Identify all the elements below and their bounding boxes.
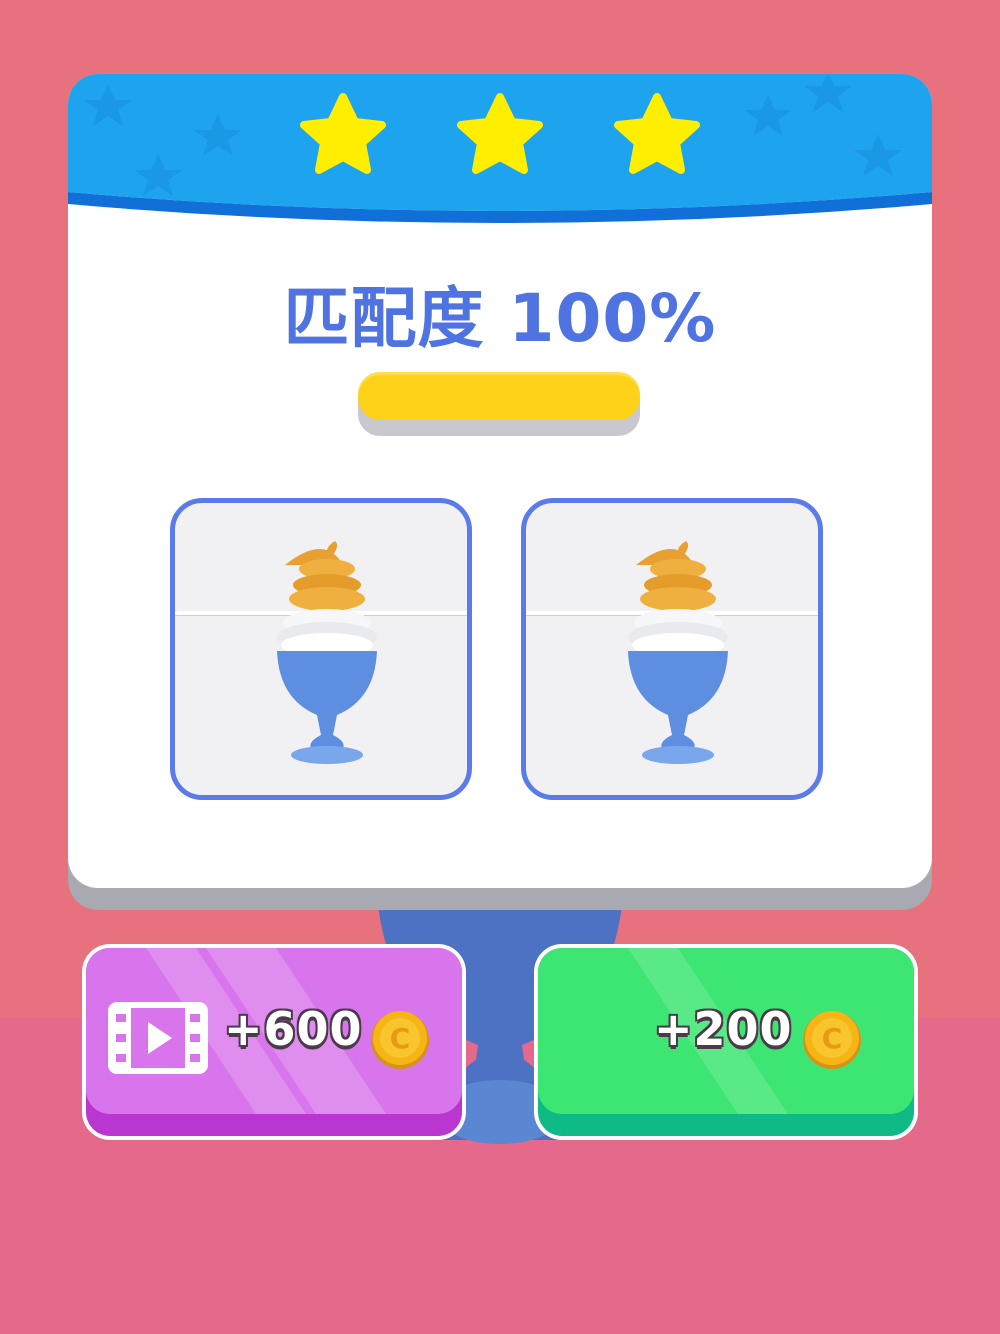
claim-reward-button[interactable]: +200 C [534,944,918,1140]
free-reward-amount: +200 [654,1002,793,1056]
video-ad-icon [108,1002,208,1074]
coin-icon: C [803,1011,861,1069]
svg-text:C: C [390,1022,411,1055]
stars-row [300,93,700,174]
match-score: 匹配度 100% [0,265,1000,361]
watch-ad-reward-button[interactable]: +600 C [82,944,466,1140]
match-progress-fill [358,372,640,420]
coin-icon: C [371,1011,429,1069]
star-icon [614,93,700,174]
match-value: 100% [508,280,717,357]
match-label: 匹配度 [283,280,485,357]
dessert-cup-icon [277,541,377,764]
ad-reward-amount: +600 [224,1002,363,1056]
player-dessert-card [521,498,823,800]
svg-text:C: C [822,1022,843,1055]
target-dessert-card [170,498,472,800]
dessert-cup-icon [628,541,728,764]
star-icon [457,93,543,174]
star-icon [300,93,386,174]
